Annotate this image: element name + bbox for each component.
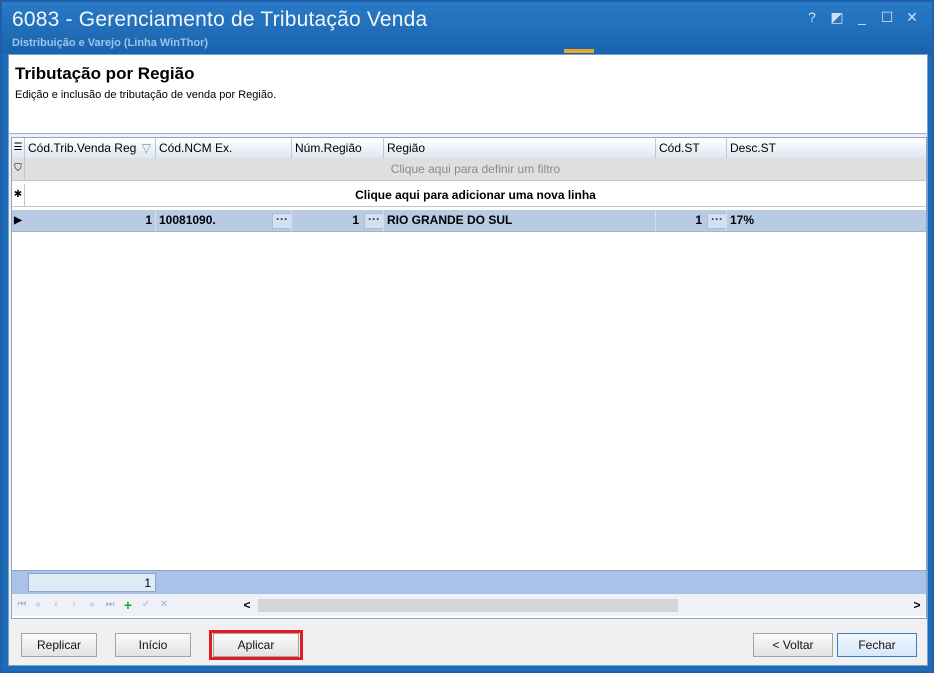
- aplicar-highlight-box: [209, 630, 303, 660]
- column-header-cod-ncm[interactable]: Cód.NCM Ex.: [156, 138, 292, 158]
- column-header-cod-trib[interactable]: Cód.Trib.Venda Reg ▽: [25, 138, 156, 158]
- prev-icon[interactable]: ‹: [50, 597, 62, 613]
- page-description: Edição e inclusão de tributação de venda…: [15, 89, 277, 101]
- column-header-num-regiao[interactable]: Núm.Região: [292, 138, 384, 158]
- page-title: Tributação por Região: [15, 64, 195, 83]
- header-panel: Tributação por Região Edição e inclusão …: [9, 55, 927, 134]
- first-icon[interactable]: ⏮: [16, 597, 28, 613]
- cell-cod-trib[interactable]: 1: [25, 210, 156, 231]
- app-window: 6083 - Gerenciamento de Tributação Venda…: [0, 0, 934, 673]
- voltar-button[interactable]: < Voltar: [753, 633, 833, 657]
- data-grid: ☰ Cód.Trib.Venda Reg ▽ Cód.NCM Ex. Núm.R…: [11, 137, 927, 619]
- window-subtitle: Distribuição e Varejo (Linha WinThor): [12, 37, 209, 49]
- fechar-button[interactable]: Fechar: [837, 633, 917, 657]
- regiao-lookup-button[interactable]: ···: [364, 213, 383, 229]
- inicio-button[interactable]: Início: [115, 633, 191, 657]
- cell-cod-ncm[interactable]: 10081090. ···: [156, 210, 292, 231]
- ncm-lookup-button[interactable]: ···: [272, 213, 291, 229]
- minimize-icon[interactable]: _: [852, 8, 872, 26]
- column-chooser-icon[interactable]: ☰: [12, 138, 25, 158]
- scroll-left-button[interactable]: <: [240, 597, 254, 613]
- cell-desc-st[interactable]: 17%: [727, 210, 926, 231]
- st-lookup-button[interactable]: ···: [707, 213, 726, 229]
- confirm-icon[interactable]: ✓: [140, 597, 152, 613]
- filter-row-icon: ⛉: [12, 158, 25, 180]
- close-icon[interactable]: ✕: [902, 8, 922, 26]
- filter-funnel-icon[interactable]: ▽: [142, 138, 151, 158]
- record-count: 1: [28, 573, 156, 592]
- column-header-regiao[interactable]: Região: [384, 138, 656, 158]
- grid-header: ☰ Cód.Trib.Venda Reg ▽ Cód.NCM Ex. Núm.R…: [12, 138, 926, 159]
- new-row[interactable]: ✱ Clique aqui para adicionar uma nova li…: [12, 184, 926, 207]
- help-icon[interactable]: ?: [802, 8, 822, 26]
- restore-icon[interactable]: ◩: [827, 8, 847, 26]
- add-icon[interactable]: +: [122, 597, 134, 613]
- replicar-button[interactable]: Replicar: [21, 633, 97, 657]
- filter-row[interactable]: ⛉ Clique aqui para definir um filtro: [12, 158, 926, 181]
- grid-navigator: ⏮ « ‹ › » ⏭ + ✓ ✕ < >: [12, 594, 926, 616]
- cell-cod-st[interactable]: 1 ···: [656, 210, 727, 231]
- table-row[interactable]: ▶ 1 10081090. ··· 1 ··· RIO GRANDE DO SU…: [12, 210, 926, 232]
- cell-regiao[interactable]: RIO GRANDE DO SUL: [384, 210, 656, 231]
- window-title: 6083 - Gerenciamento de Tributação Venda: [12, 8, 428, 31]
- title-bar: 6083 - Gerenciamento de Tributação Venda…: [2, 2, 932, 54]
- title-accent-bar: [564, 49, 594, 53]
- column-header-desc-st[interactable]: Desc.ST: [727, 138, 926, 158]
- prev-page-icon[interactable]: «: [32, 597, 44, 613]
- next-icon[interactable]: ›: [68, 597, 80, 613]
- new-row-icon: ✱: [12, 184, 25, 206]
- maximize-icon[interactable]: ☐: [877, 8, 897, 26]
- cell-num-regiao[interactable]: 1 ···: [292, 210, 384, 231]
- horizontal-scrollbar-thumb[interactable]: [258, 599, 678, 612]
- filter-row-text[interactable]: Clique aqui para definir um filtro: [25, 158, 926, 180]
- next-page-icon[interactable]: »: [86, 597, 98, 613]
- content-area: Tributação por Região Edição e inclusão …: [8, 54, 928, 666]
- cancel-icon[interactable]: ✕: [158, 597, 170, 613]
- scroll-right-button[interactable]: >: [910, 597, 924, 613]
- last-icon[interactable]: ⏭: [104, 597, 116, 613]
- new-row-text[interactable]: Clique aqui para adicionar uma nova linh…: [25, 184, 926, 206]
- row-pointer-icon: ▶: [12, 210, 25, 231]
- grid-footer: 1: [12, 570, 926, 594]
- column-header-cod-st[interactable]: Cód.ST: [656, 138, 727, 158]
